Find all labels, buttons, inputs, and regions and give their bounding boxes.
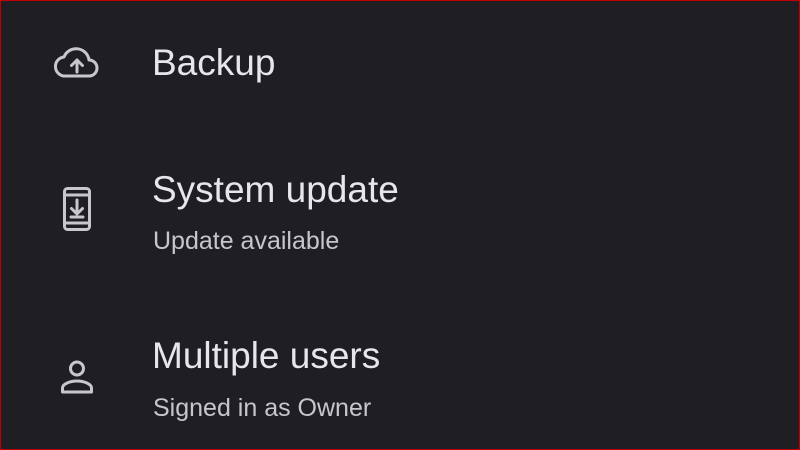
cloud-upload-icon: [53, 39, 101, 87]
person-icon: [53, 353, 101, 401]
system-update-icon: [53, 185, 101, 233]
settings-item-title: System update: [152, 169, 399, 210]
settings-item-backup[interactable]: Backup: [1, 1, 799, 125]
settings-item-title: Backup: [152, 42, 276, 83]
settings-screen: Backup System update Update available Mu…: [0, 0, 800, 450]
settings-item-title: Multiple users: [152, 335, 381, 376]
settings-item-subtitle: Update available: [153, 227, 340, 255]
settings-item-system-update[interactable]: System update Update available: [1, 125, 799, 291]
settings-item-multiple-users[interactable]: Multiple users Signed in as Owner: [1, 291, 799, 449]
settings-item-subtitle: Signed in as Owner: [153, 394, 372, 422]
